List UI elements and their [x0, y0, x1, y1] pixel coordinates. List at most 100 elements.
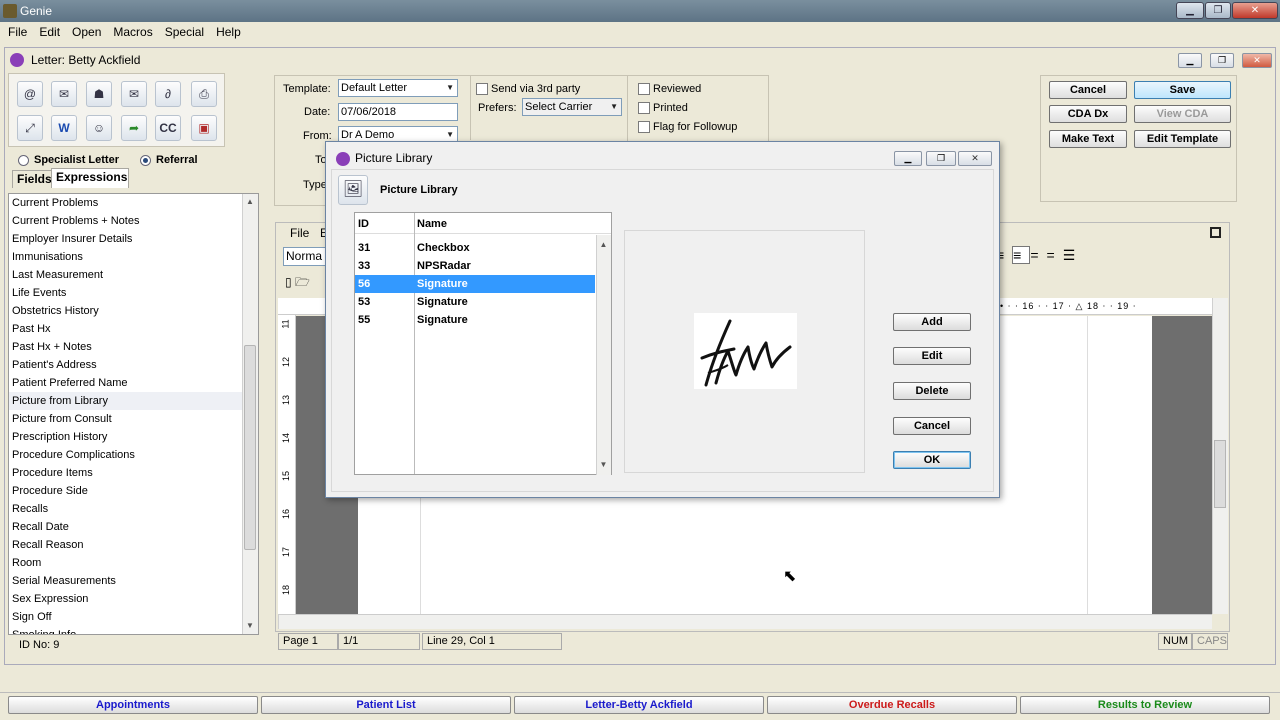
column-header-id[interactable]: ID	[358, 218, 369, 230]
grid-scrollbar[interactable]	[596, 235, 611, 475]
expression-list-item[interactable]: Recall Reason	[9, 536, 258, 554]
align-right-icon[interactable]: =	[1047, 247, 1063, 263]
expression-list-item[interactable]: Past Hx	[9, 320, 258, 338]
prefers-select[interactable]: Select Carrier	[522, 98, 622, 116]
expression-list-item[interactable]: Room	[9, 554, 258, 572]
edit-template-button[interactable]: Edit Template	[1134, 130, 1231, 148]
grid-scroll-up-icon[interactable]: ▲	[597, 240, 610, 249]
editor-maximize-icon[interactable]	[1210, 227, 1221, 238]
dialog-close-button[interactable]: ✕	[958, 151, 992, 166]
reviewed-checkbox[interactable]	[638, 83, 650, 95]
align-center-icon[interactable]: =	[1030, 247, 1046, 263]
grid-scroll-down-icon[interactable]: ▼	[597, 460, 610, 469]
cc-icon[interactable]: CC	[155, 115, 181, 141]
expression-list-item[interactable]: Picture from Consult	[9, 410, 258, 428]
dialog-cancel-button[interactable]: Cancel	[893, 417, 971, 435]
flag-followup-checkbox[interactable]	[638, 121, 650, 133]
expression-list-item[interactable]: Recall Date	[9, 518, 258, 536]
template-select[interactable]: Default Letter	[338, 79, 458, 97]
expression-list-item[interactable]: Procedure Items	[9, 464, 258, 482]
align-left-icon[interactable]: ≡	[1012, 246, 1031, 264]
menu-special[interactable]: Special	[159, 25, 210, 39]
doc-close-button[interactable]: ✕	[1242, 53, 1272, 68]
open-folder-icon[interactable]: 🗁	[295, 275, 310, 289]
add-picture-button[interactable]: Add	[893, 313, 971, 331]
expression-list-item[interactable]: Picture from Library	[9, 392, 258, 410]
printed-checkbox[interactable]	[638, 102, 650, 114]
expression-list-item[interactable]: Past Hx + Notes	[9, 338, 258, 356]
envelope-icon[interactable]: ✉	[121, 81, 147, 107]
dialog-minimize-button[interactable]: ▁	[894, 151, 922, 166]
tab-fields[interactable]: Fields	[12, 170, 52, 188]
cda-dx-button[interactable]: CDA Dx	[1049, 105, 1127, 123]
send-envelope-icon[interactable]: ✉	[51, 81, 77, 107]
picture-row[interactable]: 31 Checkbox	[355, 239, 595, 257]
expression-list-item[interactable]: Obstetrics History	[9, 302, 258, 320]
doc-minimize-button[interactable]: ▁	[1178, 53, 1202, 68]
expression-list-item[interactable]: Recalls	[9, 500, 258, 518]
menu-open[interactable]: Open	[66, 25, 107, 39]
specialist-letter-radio[interactable]	[18, 155, 29, 166]
expression-list-item[interactable]: Last Measurement	[9, 266, 258, 284]
taskbar-button[interactable]: Letter-Betty Ackfield	[514, 696, 764, 714]
editor-horizontal-scrollbar[interactable]	[278, 614, 1212, 629]
menu-edit[interactable]: Edit	[33, 25, 66, 39]
cancel-button[interactable]: Cancel	[1049, 81, 1127, 99]
expression-list-item[interactable]: Procedure Complications	[9, 446, 258, 464]
expression-list-item[interactable]: Serial Measurements	[9, 572, 258, 590]
new-doc-icon[interactable]: ▯	[285, 275, 292, 289]
app-maximize-button[interactable]: ❐	[1205, 2, 1231, 19]
scroll-down-icon[interactable]: ▼	[243, 621, 257, 630]
delete-picture-button[interactable]: Delete	[893, 382, 971, 400]
doctor-letter-icon[interactable]: ☗	[86, 81, 112, 107]
dialog-ok-button[interactable]: OK	[893, 451, 971, 469]
style-select[interactable]: Norma	[283, 247, 328, 266]
date-field[interactable]: 07/06/2018	[338, 103, 458, 121]
bullet-list-icon[interactable]: ☰	[1063, 247, 1084, 263]
referral-radio[interactable]	[140, 155, 151, 166]
picture-row[interactable]: 53 Signature	[355, 293, 595, 311]
attach-icon[interactable]: ∂	[155, 81, 181, 107]
app-minimize-button[interactable]: ▁	[1176, 2, 1204, 19]
editor-menu-file[interactable]: File	[290, 226, 309, 240]
scroll-up-icon[interactable]: ▲	[243, 197, 257, 206]
picture-row[interactable]: 33 NPSRadar	[355, 257, 595, 275]
picture-row[interactable]: 55 Signature	[355, 311, 595, 329]
expression-list-item[interactable]: Current Problems	[9, 194, 258, 212]
picture-row[interactable]: 56 Signature	[355, 275, 595, 293]
expression-list-item[interactable]: Procedure Side	[9, 482, 258, 500]
expression-list-item[interactable]: Immunisations	[9, 248, 258, 266]
dialog-restore-button[interactable]: ❐	[926, 151, 956, 166]
editor-scroll-thumb[interactable]	[1214, 440, 1226, 508]
expression-list-item[interactable]: Prescription History	[9, 428, 258, 446]
make-text-button[interactable]: Make Text	[1049, 130, 1127, 148]
taskbar-button[interactable]: Patient List	[261, 696, 511, 714]
expression-list-item[interactable]: Current Problems + Notes	[9, 212, 258, 230]
save-button[interactable]: Save	[1134, 81, 1231, 99]
taskbar-button[interactable]: Results to Review	[1020, 696, 1270, 714]
export-icon[interactable]: ➦	[121, 115, 147, 141]
menu-file[interactable]: File	[0, 25, 33, 39]
expression-list-item[interactable]: Employer Insurer Details	[9, 230, 258, 248]
expression-list-item[interactable]: Sign Off	[9, 608, 258, 626]
menu-macros[interactable]: Macros	[107, 25, 158, 39]
expression-list-item[interactable]: Smoking Info	[9, 626, 258, 634]
taskbar-button[interactable]: Overdue Recalls	[767, 696, 1017, 714]
tab-expressions[interactable]: Expressions	[51, 168, 129, 188]
edit-picture-button[interactable]: Edit	[893, 347, 971, 365]
doc-restore-button[interactable]: ❐	[1210, 53, 1234, 68]
send-3rd-party-checkbox[interactable]	[476, 83, 488, 95]
expression-list-item[interactable]: Sex Expression	[9, 590, 258, 608]
menu-help[interactable]: Help	[210, 25, 247, 39]
taskbar-button[interactable]: Appointments	[8, 696, 258, 714]
email-at-icon[interactable]: @	[17, 81, 43, 107]
expressions-scroll-thumb[interactable]	[244, 345, 256, 550]
column-header-name[interactable]: Name	[417, 218, 447, 230]
expand-icon[interactable]: ⤢	[17, 115, 43, 141]
save-disk-icon[interactable]: ▣	[191, 115, 217, 141]
expression-list-item[interactable]: Patient's Address	[9, 356, 258, 374]
person-icon[interactable]: ☺	[86, 115, 112, 141]
app-close-button[interactable]: ✕	[1232, 2, 1278, 19]
expression-list-item[interactable]: Patient Preferred Name	[9, 374, 258, 392]
expression-list-item[interactable]: Life Events	[9, 284, 258, 302]
